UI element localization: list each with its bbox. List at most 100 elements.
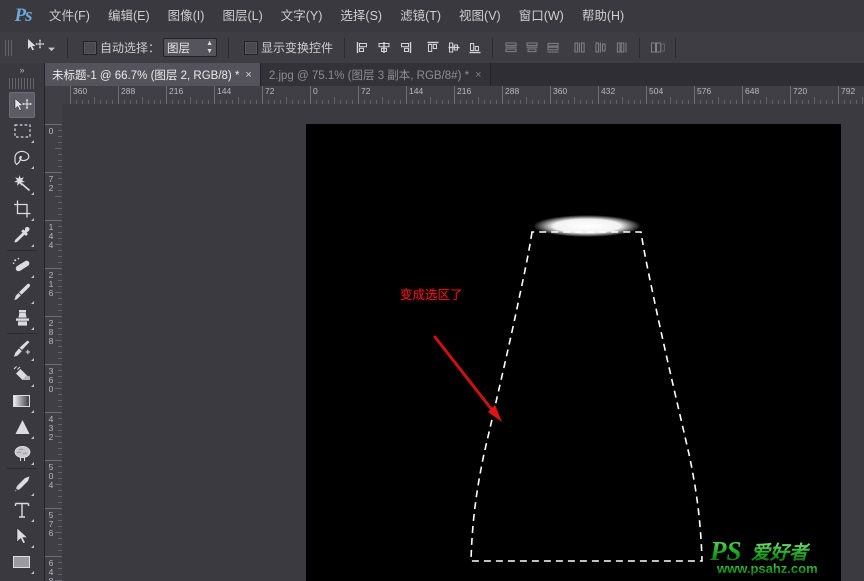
options-separator-2 bbox=[228, 37, 230, 58]
toolbox-grip[interactable] bbox=[9, 78, 35, 89]
distribute-top-edges-button[interactable] bbox=[502, 39, 519, 56]
tool-preset-chevron-icon[interactable] bbox=[47, 39, 56, 57]
distribute-right-edges-button[interactable] bbox=[613, 39, 630, 56]
menu-layer[interactable]: 图层(L) bbox=[213, 0, 271, 32]
tool-pen[interactable] bbox=[9, 471, 35, 497]
image-canvas[interactable]: 变成选区了 PS 爱好者 www.psahz.com bbox=[306, 124, 841, 581]
menu-edit[interactable]: 编辑(E) bbox=[99, 0, 159, 32]
menu-filter[interactable]: 滤镜(T) bbox=[391, 0, 450, 32]
ruler-major-tick bbox=[310, 86, 311, 104]
ruler-minor-tick bbox=[286, 97, 287, 104]
options-bar: 自动选择： 图层 ▲ ▼ 显示变换控件 bbox=[0, 32, 864, 64]
align-left-edges-button[interactable] bbox=[354, 39, 371, 56]
toolbox-collapse-icon[interactable]: » bbox=[0, 63, 44, 77]
ruler-minor-tick bbox=[142, 97, 143, 104]
show-transform-controls-group[interactable]: 显示变换控件 bbox=[240, 37, 337, 58]
tool-preset-picker[interactable] bbox=[23, 36, 60, 60]
document-tab-1-close-icon[interactable]: × bbox=[245, 69, 251, 81]
ruler-minor-tick bbox=[55, 532, 62, 533]
distribute-horizontal-centers-button[interactable] bbox=[592, 39, 609, 56]
ruler-minor-tick bbox=[718, 97, 719, 104]
flyout-corner-icon bbox=[31, 192, 34, 195]
flyout-corner-icon bbox=[31, 166, 34, 169]
menu-image[interactable]: 图像(I) bbox=[159, 0, 214, 32]
ruler-minor-tick bbox=[430, 97, 431, 104]
show-transform-checkbox[interactable] bbox=[244, 40, 259, 55]
menu-window[interactable]: 窗口(W) bbox=[510, 0, 573, 32]
ruler-minor-tick bbox=[55, 196, 62, 197]
flyout-corner-icon bbox=[31, 519, 34, 522]
flyout-corner-icon bbox=[31, 462, 34, 465]
flyout-corner-icon bbox=[31, 218, 34, 221]
tool-path-selection[interactable] bbox=[9, 523, 35, 549]
ruler-minor-tick bbox=[334, 97, 335, 104]
auto-select-scope-dropdown[interactable]: 图层 ▲ ▼ bbox=[163, 38, 218, 57]
options-separator-6 bbox=[675, 37, 677, 58]
flyout-corner-icon bbox=[31, 301, 34, 304]
ruler-minor-tick bbox=[526, 97, 527, 104]
align-vertical-centers-button[interactable] bbox=[445, 39, 462, 56]
auto-select-checkbox[interactable] bbox=[83, 40, 97, 55]
toolbox-separator-1 bbox=[7, 250, 37, 251]
ruler-label: 432 bbox=[48, 414, 54, 442]
flyout-corner-icon bbox=[31, 327, 34, 330]
tool-blur[interactable] bbox=[9, 414, 35, 440]
tool-rectangle[interactable] bbox=[9, 549, 35, 575]
distribute-bottom-edges-button[interactable] bbox=[544, 39, 561, 56]
distribute-left-edges-button[interactable] bbox=[571, 39, 588, 56]
tool-lasso[interactable] bbox=[9, 144, 35, 170]
ruler-major-tick bbox=[214, 86, 215, 104]
ruler-major-tick bbox=[646, 86, 647, 104]
ruler-major-tick bbox=[44, 124, 62, 125]
ruler-major-tick bbox=[598, 86, 599, 104]
tool-move[interactable] bbox=[9, 92, 35, 118]
tool-clone-stamp[interactable] bbox=[9, 305, 35, 331]
ruler-minor-tick bbox=[766, 97, 767, 104]
menu-type[interactable]: 文字(Y) bbox=[272, 0, 332, 32]
tool-history-brush[interactable] bbox=[9, 336, 35, 362]
options-bar-grip[interactable] bbox=[4, 34, 15, 61]
align-bottom-edges-button[interactable] bbox=[466, 39, 483, 56]
align-top-edges-button[interactable] bbox=[424, 39, 441, 56]
ruler-major-tick bbox=[44, 460, 62, 461]
tool-brush[interactable] bbox=[9, 279, 35, 305]
ruler-label: 648 bbox=[745, 86, 760, 96]
document-tab-1[interactable]: 未标题-1 @ 66.7% (图层 2, RGB/8) * × bbox=[44, 63, 261, 86]
auto-align-layers-button[interactable] bbox=[649, 39, 666, 56]
tool-3d-material[interactable] bbox=[9, 575, 35, 581]
tool-eyedropper[interactable] bbox=[9, 222, 35, 248]
tool-eraser[interactable] bbox=[9, 362, 35, 388]
tool-crop[interactable] bbox=[9, 196, 35, 222]
distribute-vertical-centers-button[interactable] bbox=[523, 39, 540, 56]
menu-file[interactable]: 文件(F) bbox=[40, 0, 99, 32]
document-tab-2-close-icon[interactable]: × bbox=[475, 69, 481, 81]
menu-help[interactable]: 帮助(H) bbox=[573, 0, 633, 32]
ruler-minor-tick bbox=[55, 340, 62, 341]
ruler-major-tick bbox=[454, 86, 455, 104]
tool-spot-healing-brush[interactable] bbox=[9, 253, 35, 279]
tool-gradient[interactable] bbox=[9, 388, 35, 414]
tool-magic-wand[interactable] bbox=[9, 170, 35, 196]
flyout-corner-icon bbox=[31, 384, 34, 387]
ruler-label: 720 bbox=[793, 86, 808, 96]
menu-view[interactable]: 视图(V) bbox=[450, 0, 510, 32]
align-horizontal-centers-button[interactable] bbox=[375, 39, 392, 56]
ruler-major-tick bbox=[502, 86, 503, 104]
ruler-label: 288 bbox=[48, 318, 54, 346]
ruler-label: 288 bbox=[121, 86, 136, 96]
ruler-minor-tick bbox=[94, 97, 95, 104]
toolbox-panel: » bbox=[0, 63, 45, 581]
vertical-ruler[interactable]: 0 72 144 216 288 360 432 504 576 648 bbox=[44, 104, 63, 581]
document-canvas-area[interactable]: 变成选区了 PS 爱好者 www.psahz.com bbox=[62, 104, 864, 581]
auto-select-group[interactable]: 自动选择： 图层 ▲ ▼ bbox=[79, 36, 221, 59]
horizontal-ruler[interactable]: 360 288 216 144 72 0 72 144 216 288 360 432 504 576 64… bbox=[44, 86, 864, 105]
ruler-minor-tick bbox=[55, 436, 62, 437]
menu-select[interactable]: 选择(S) bbox=[331, 0, 391, 32]
align-right-edges-button[interactable] bbox=[396, 39, 413, 56]
tool-rectangular-marquee[interactable] bbox=[9, 118, 35, 144]
document-tab-2[interactable]: 2.jpg @ 75.1% (图层 3 副本, RGB/8#) * × bbox=[260, 63, 491, 86]
tool-dodge[interactable] bbox=[9, 440, 35, 466]
ruler-minor-tick bbox=[574, 97, 575, 104]
ruler-label: 648 bbox=[48, 558, 54, 581]
tool-horizontal-type[interactable] bbox=[9, 497, 35, 523]
